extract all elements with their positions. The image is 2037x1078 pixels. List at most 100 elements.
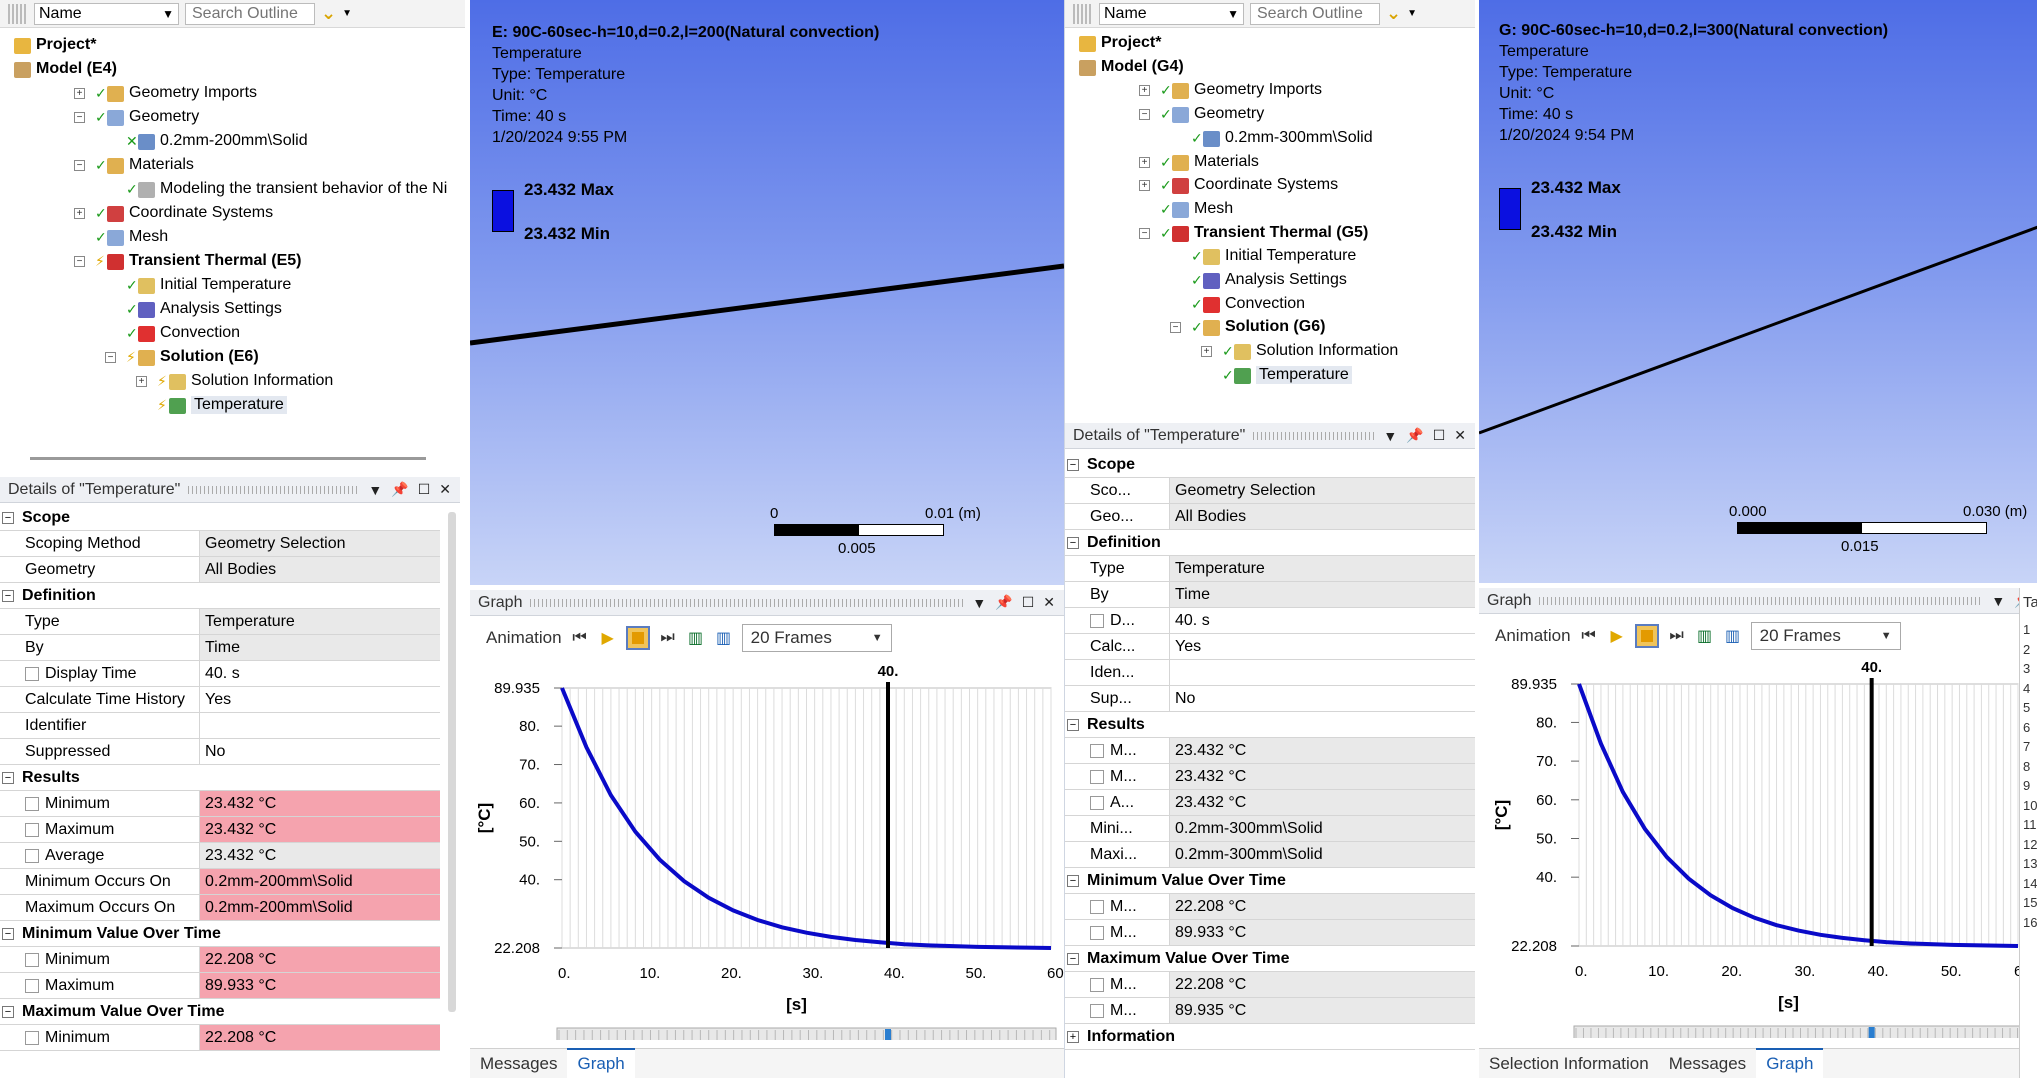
parameter-checkbox[interactable] [1090, 769, 1104, 784]
collapse-icon[interactable]: − [2, 1005, 14, 1018]
details-value[interactable]: 23.432 °C [1170, 764, 1475, 789]
details-value[interactable]: 23.432 °C [1170, 738, 1475, 763]
details-row[interactable]: Geometry All Bodies [0, 557, 440, 583]
expand-icon[interactable]: + [1139, 180, 1150, 192]
parameter-checkbox[interactable] [25, 666, 39, 681]
details-row[interactable]: Identifier [0, 713, 440, 739]
details-row[interactable]: Minimum Occurs On 0.2mm-200mm\Solid [0, 869, 440, 895]
details-row[interactable]: Type Temperature [1065, 556, 1475, 582]
details-value[interactable]: Time [200, 635, 440, 660]
expand-icon[interactable]: + [74, 208, 85, 219]
tree-item-transient-thermal[interactable]: − ⚡ Transient Thermal (E5) [0, 250, 465, 274]
slider-thumb[interactable] [1868, 1027, 1875, 1038]
parameter-checkbox[interactable] [25, 822, 39, 837]
parameter-checkbox[interactable] [25, 848, 39, 863]
dropdown-arrow-icon[interactable]: ▼ [368, 482, 382, 498]
rewind-icon[interactable]: ⏮ [1579, 626, 1599, 646]
details-group[interactable]: + Information [1065, 1024, 1475, 1050]
play-icon[interactable]: ▶ [598, 628, 618, 648]
tree-item-mesh[interactable]: ✓ Mesh [0, 226, 465, 250]
maximize-icon[interactable]: ☐ [1022, 594, 1035, 611]
details-row[interactable]: Minimum 22.208 °C [0, 947, 440, 973]
collapse-icon[interactable]: − [2, 511, 14, 524]
details-value[interactable]: 89.933 °C [1170, 920, 1475, 945]
expand-icon[interactable]: + [1067, 1030, 1079, 1043]
details-row[interactable]: Type Temperature [0, 609, 440, 635]
tree-item-solid-body[interactable]: ✕ 0.2mm-200mm\Solid [0, 130, 465, 154]
parameter-checkbox[interactable] [25, 1030, 39, 1045]
details-value[interactable]: 22.208 °C [1170, 894, 1475, 919]
details-value[interactable] [200, 713, 440, 738]
details-value[interactable]: Geometry Selection [1170, 478, 1475, 503]
details-value[interactable]: 40. s [1170, 608, 1475, 633]
geometry-viewport[interactable]: G: 90C-60sec-h=10,d=0.2,l=300(Natural co… [1479, 0, 2037, 583]
tree-item-initial-temperature[interactable]: ✓ Initial Temperature [0, 274, 465, 298]
details-row[interactable]: Sco... Geometry Selection [1065, 478, 1475, 504]
tree-item-solution[interactable]: − ✓ Solution (G6) [1065, 316, 1475, 340]
tree-item-geometry[interactable]: − ✓ Geometry [1065, 103, 1475, 127]
collapse-icon[interactable]: − [105, 352, 116, 363]
details-value[interactable]: No [1170, 686, 1475, 711]
slider-thumb[interactable] [885, 1029, 891, 1040]
tree-item-transient-thermal[interactable]: − ✓ Transient Thermal (G5) [1065, 222, 1475, 246]
grip-icon[interactable] [1073, 3, 1093, 24]
tree-item-temperature[interactable]: ⚡ Temperature [0, 394, 465, 418]
dropdown-arrow-icon[interactable]: ▼ [972, 595, 986, 611]
details-value[interactable]: No [200, 739, 440, 764]
distributed-frames-icon[interactable]: ▥ [1695, 626, 1715, 646]
close-icon[interactable]: ✕ [439, 481, 451, 498]
details-group[interactable]: − Results [0, 765, 440, 791]
details-row[interactable]: Minimum 23.432 °C [0, 791, 440, 817]
tree-item-analysis-settings[interactable]: ✓ Analysis Settings [0, 298, 465, 322]
details-row[interactable]: By Time [1065, 582, 1475, 608]
details-group[interactable]: − Results [1065, 712, 1475, 738]
details-value[interactable]: Yes [1170, 634, 1475, 659]
details-row[interactable]: M... 23.432 °C [1065, 764, 1475, 790]
tree-item-model[interactable]: −Model (G4) [1065, 56, 1475, 80]
parameter-checkbox[interactable] [1090, 977, 1104, 992]
parameter-checkbox[interactable] [25, 952, 39, 967]
tree-item-model[interactable]: −Model (E4) [0, 58, 465, 82]
details-row[interactable]: Mini... 0.2mm-300mm\Solid [1065, 816, 1475, 842]
details-row[interactable]: Display Time 40. s [0, 661, 440, 687]
result-frames-icon[interactable]: ▥ [714, 628, 734, 648]
play-icon[interactable]: ▶ [1607, 626, 1627, 646]
fast-forward-icon[interactable]: ⏭ [658, 628, 678, 648]
tab-selection-information[interactable]: Selection Information [1479, 1050, 1659, 1078]
name-filter-select[interactable]: Name ▼ [1099, 2, 1244, 25]
filter-chevron-icon[interactable]: ⌄ [321, 3, 336, 24]
details-value[interactable]: 89.933 °C [200, 973, 440, 998]
collapse-icon[interactable]: − [1170, 322, 1181, 334]
grip-icon[interactable] [8, 3, 28, 24]
details-group[interactable]: − Minimum Value Over Time [1065, 868, 1475, 894]
dropdown-arrow-icon[interactable]: ▼ [1991, 593, 2005, 609]
parameter-checkbox[interactable] [1090, 925, 1104, 940]
parameter-checkbox[interactable] [25, 796, 39, 811]
tree-item-materials[interactable]: − ✓ Materials [0, 154, 465, 178]
details-row[interactable]: Average 23.432 °C [0, 843, 440, 869]
stop-button[interactable] [625, 626, 650, 650]
parameter-checkbox[interactable] [1090, 1003, 1104, 1018]
dropdown-arrow-icon[interactable]: ▼ [342, 8, 352, 19]
rewind-icon[interactable]: ⏮ [570, 628, 590, 648]
details-row[interactable]: M... 89.933 °C [1065, 920, 1475, 946]
pin-icon[interactable]: 📌 [391, 481, 408, 498]
tree-item-geometry[interactable]: − ✓ Geometry [0, 106, 465, 130]
tree-item-project[interactable]: Project* [1065, 32, 1475, 56]
tree-item-coordinate-systems[interactable]: + ✓ Coordinate Systems [1065, 174, 1475, 198]
tree-item-project[interactable]: Project* [0, 34, 465, 58]
details-value[interactable]: 23.432 °C [1170, 790, 1475, 815]
details-row[interactable]: D... 40. s [1065, 608, 1475, 634]
details-row[interactable]: By Time [0, 635, 440, 661]
tree-item-solution-information[interactable]: + ⚡ Solution Information [0, 370, 465, 394]
details-value[interactable]: Geometry Selection [200, 531, 440, 556]
tab-graph[interactable]: Graph [567, 1048, 635, 1078]
details-row[interactable]: M... 22.208 °C [1065, 972, 1475, 998]
details-value[interactable]: All Bodies [1170, 504, 1475, 529]
details-value[interactable]: 0.2mm-200mm\Solid [200, 895, 440, 920]
tree-item-analysis-settings[interactable]: ✓ Analysis Settings [1065, 269, 1475, 293]
details-value[interactable] [1170, 660, 1475, 685]
details-value[interactable]: 40. s [200, 661, 440, 686]
collapse-icon[interactable]: − [74, 160, 85, 171]
details-row[interactable]: Calc... Yes [1065, 634, 1475, 660]
